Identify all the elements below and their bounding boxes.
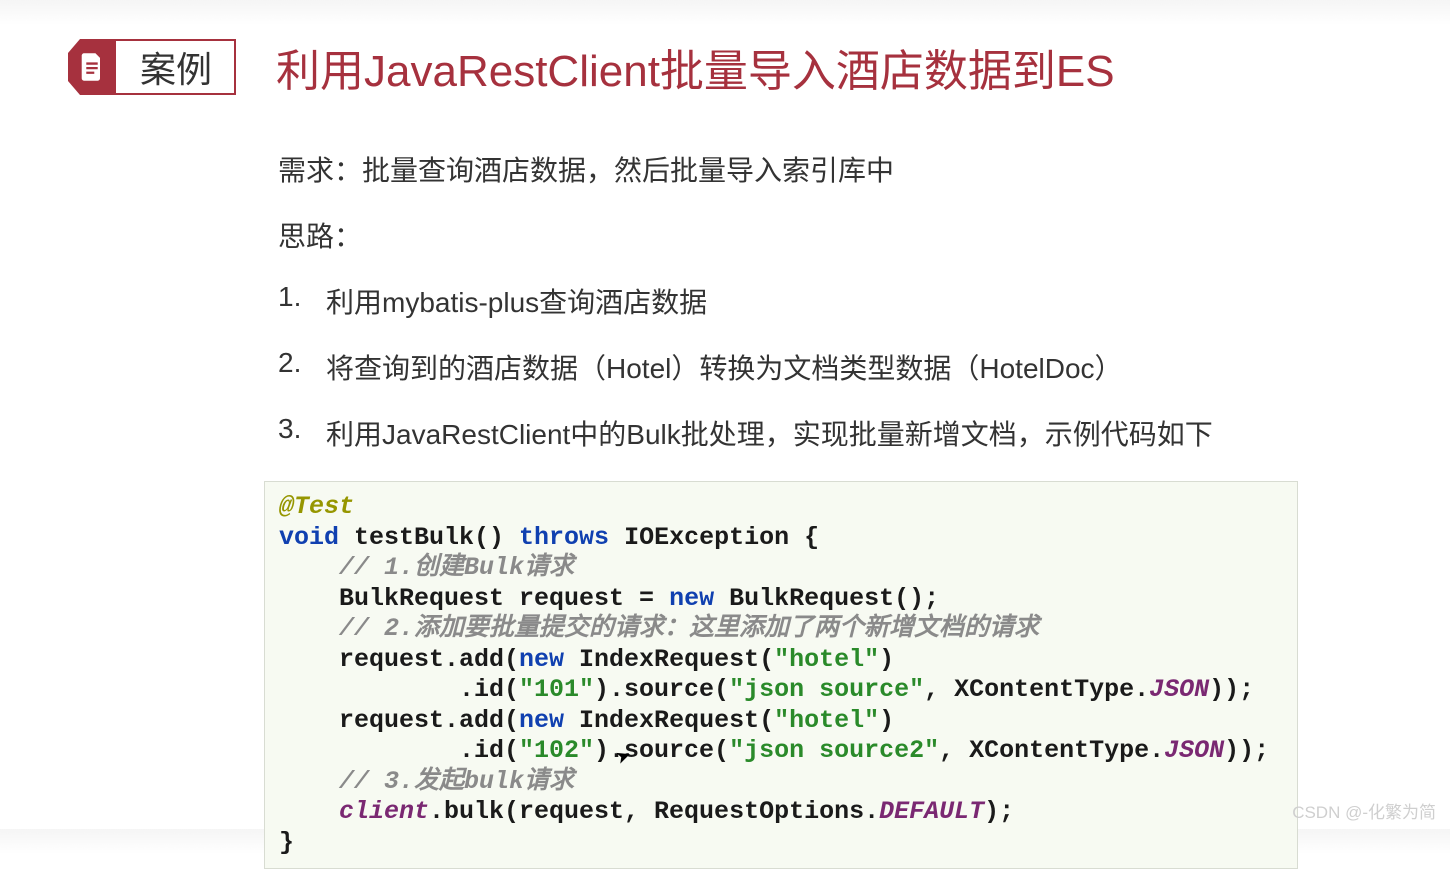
document-icon [68, 39, 116, 95]
page-title: 利用JavaRestClient批量导入酒店数据到ES [276, 35, 1115, 99]
step-list: 利用mybatis-plus查询酒店数据 将查询到的酒店数据（Hotel）转换为… [278, 281, 1450, 453]
list-item: 利用mybatis-plus查询酒店数据 [278, 281, 1450, 321]
list-item: 将查询到的酒店数据（Hotel）转换为文档类型数据（HotelDoc） [278, 347, 1450, 387]
requirement-text: 需求：批量查询酒店数据，然后批量导入索引库中 [278, 149, 1450, 189]
approach-label: 思路： [278, 215, 1450, 255]
code-block: @Test void testBulk() throws IOException… [264, 481, 1298, 869]
list-item: 利用JavaRestClient中的Bulk批处理，实现批量新增文档，示例代码如… [278, 413, 1450, 453]
content-body: 需求：批量查询酒店数据，然后批量导入索引库中 思路： 利用mybatis-plu… [0, 99, 1450, 453]
header: 案例 利用JavaRestClient批量导入酒店数据到ES [0, 0, 1450, 99]
badge: 案例 [68, 39, 236, 95]
badge-label: 案例 [112, 39, 236, 95]
watermark: CSDN @-化繁为简 [1292, 798, 1436, 823]
